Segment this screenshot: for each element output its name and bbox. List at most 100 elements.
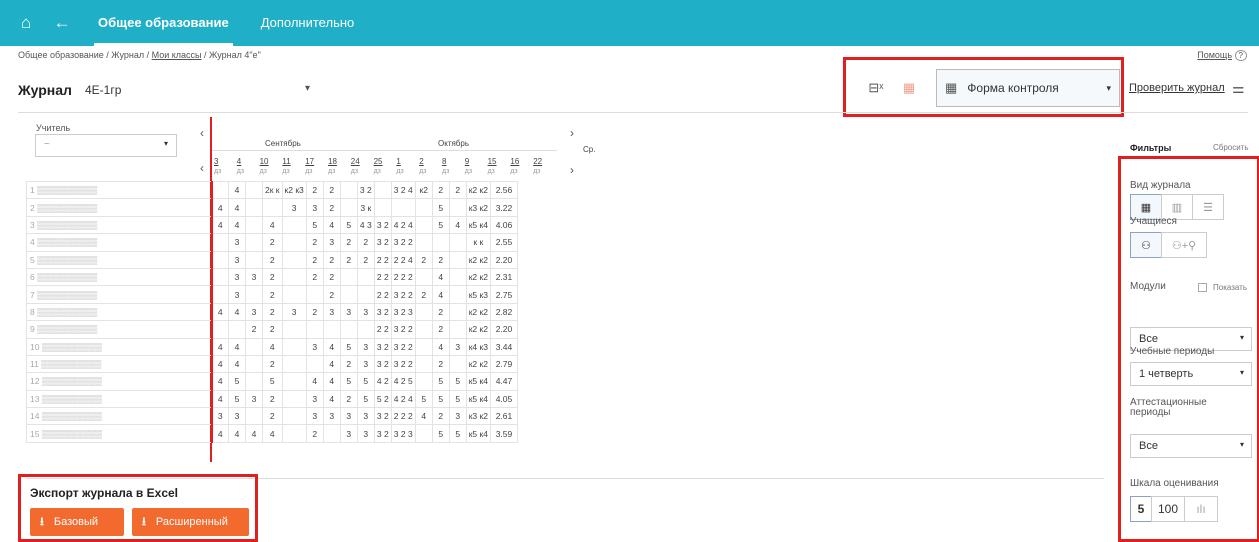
grade-cell[interactable]: к4 к3 [465, 337, 491, 356]
grade-cell[interactable] [245, 250, 263, 269]
grade-cell[interactable]: 3 2 [373, 337, 392, 356]
grade-cell[interactable]: 4 3 [356, 215, 375, 235]
grade-cell[interactable]: 5 [431, 389, 450, 409]
grade-cell[interactable]: 4 [414, 407, 433, 426]
control-form-select[interactable]: ▦ Форма контроля ▾ [936, 69, 1120, 107]
grade-cell[interactable]: 2 [431, 302, 450, 322]
grade-cell[interactable] [414, 320, 433, 339]
grade-cell[interactable] [448, 320, 467, 339]
grade-cell[interactable]: 5 [431, 215, 450, 235]
date-header[interactable]: 8 [442, 157, 446, 166]
grade-cell[interactable]: 5 [228, 389, 246, 409]
date-header[interactable]: 15 [488, 157, 497, 166]
grade-cell[interactable]: к2 к2 [465, 302, 491, 322]
grade-cell[interactable]: 2 [414, 250, 433, 269]
grade-cell[interactable]: 5 2 [373, 389, 392, 409]
grade-cell[interactable]: 5 [448, 389, 467, 409]
student-name[interactable]: 4 ▒▒▒▒▒▒▒▒▒▒ [26, 233, 213, 252]
grade-cell[interactable]: 5 [228, 372, 246, 391]
grade-cell[interactable] [262, 198, 283, 217]
prev-date-icon[interactable]: ‹ [200, 161, 204, 175]
grade-cell[interactable]: 4 [211, 198, 229, 217]
prev-month-icon[interactable]: ‹ [200, 126, 204, 140]
grade-cell[interactable] [448, 267, 467, 287]
date-header[interactable]: 1 [396, 157, 400, 166]
grade-cell[interactable]: к2 к2 [465, 180, 491, 200]
grade-cell[interactable]: 2 [414, 285, 433, 304]
grade-cell[interactable] [356, 320, 375, 339]
student-name[interactable]: 10 ▒▒▒▒▒▒▒▒▒▒ [26, 337, 213, 356]
grade-cell[interactable] [245, 354, 263, 374]
grade-cell[interactable]: 2 [448, 180, 467, 200]
grade-cell[interactable]: 4 [431, 337, 450, 356]
grade-cell[interactable]: 3 2 [356, 180, 375, 200]
student-name[interactable]: 11 ▒▒▒▒▒▒▒▒▒▒ [26, 354, 213, 374]
grade-cell[interactable]: 3 2 2 [390, 233, 416, 252]
grade-cell[interactable] [322, 320, 341, 339]
grade-cell[interactable] [322, 424, 341, 443]
grade-cell[interactable]: 2 [339, 250, 358, 269]
grade-cell[interactable]: 3 [448, 337, 467, 356]
grade-cell[interactable] [281, 233, 307, 252]
sliders-icon[interactable]: ⚌ [1232, 80, 1245, 97]
grade-cell[interactable]: 2 [431, 354, 450, 374]
grade-cell[interactable] [281, 389, 307, 409]
grade-cell[interactable]: 4 [228, 215, 246, 235]
grade-cell[interactable]: 3 [305, 337, 324, 356]
grade-cell[interactable]: 3 [228, 285, 246, 304]
grade-cell[interactable]: к5 к4 [465, 424, 491, 443]
grade-cell[interactable]: 4 [211, 389, 229, 409]
grade-cell[interactable] [281, 267, 307, 287]
grade-cell[interactable]: 3 [305, 198, 324, 217]
grade-cell[interactable] [211, 180, 229, 200]
bar-chart-icon[interactable]: ılı [1184, 496, 1218, 522]
grade-cell[interactable] [281, 424, 307, 443]
student-name[interactable]: 8 ▒▒▒▒▒▒▒▒▒▒ [26, 302, 213, 322]
grade-cell[interactable]: 4 [322, 215, 341, 235]
scale-5-button[interactable]: 5 [1130, 496, 1152, 522]
grade-cell[interactable]: 3 2 2 [390, 320, 416, 339]
table-h-icon[interactable]: ▦ [893, 70, 925, 106]
grade-cell[interactable] [281, 320, 307, 339]
grade-cell[interactable]: 2 [339, 233, 358, 252]
teacher-select[interactable]: ~ ▾ [35, 134, 177, 157]
grade-cell[interactable] [245, 198, 263, 217]
grade-cell[interactable]: 2 [431, 407, 450, 426]
grade-cell[interactable] [245, 337, 263, 356]
grade-cell[interactable] [211, 285, 229, 304]
grade-cell[interactable]: 2 [262, 407, 283, 426]
grade-cell[interactable] [448, 285, 467, 304]
grade-cell[interactable]: 3 к [356, 198, 375, 217]
date-header[interactable]: 25 [374, 157, 383, 166]
date-header[interactable]: 11 [282, 157, 290, 166]
grade-cell[interactable] [245, 233, 263, 252]
grade-cell[interactable]: 2 2 [373, 285, 392, 304]
grade-cell[interactable]: 3 [356, 337, 375, 356]
grade-cell[interactable] [448, 354, 467, 374]
grade-cell[interactable] [281, 250, 307, 269]
grade-cell[interactable] [414, 372, 433, 391]
date-header[interactable]: 16 [510, 157, 519, 166]
grade-cell[interactable]: 5 [448, 424, 467, 443]
grade-cell[interactable]: 2 [305, 250, 324, 269]
grade-cell[interactable]: 4 [322, 372, 341, 391]
filters-reset-link[interactable]: Сбросить [1213, 143, 1249, 152]
grade-cell[interactable]: к5 к3 [465, 285, 491, 304]
tab-additional[interactable]: Дополнительно [261, 0, 355, 46]
grade-cell[interactable]: 3 2 2 [390, 354, 416, 374]
grade-cell[interactable]: 4 [228, 180, 246, 200]
student-name[interactable]: 14 ▒▒▒▒▒▒▒▒▒▒ [26, 407, 213, 426]
grade-cell[interactable]: 2 [305, 302, 324, 322]
grade-cell[interactable]: 2 [305, 233, 324, 252]
grade-cell[interactable]: 4 [211, 302, 229, 322]
grade-cell[interactable]: к3 к2 [465, 407, 491, 426]
student-name[interactable]: 7 ▒▒▒▒▒▒▒▒▒▒ [26, 285, 213, 304]
grade-cell[interactable]: 2 [262, 285, 283, 304]
grade-cell[interactable]: 3 [245, 302, 263, 322]
grade-cell[interactable]: 4 [228, 354, 246, 374]
grade-cell[interactable]: 3 2 [373, 233, 392, 252]
grade-cell[interactable] [281, 372, 307, 391]
grade-cell[interactable]: 4 [322, 337, 341, 356]
grade-cell[interactable]: 3 [281, 302, 307, 322]
grade-cell[interactable]: 3 2 3 [390, 302, 416, 322]
